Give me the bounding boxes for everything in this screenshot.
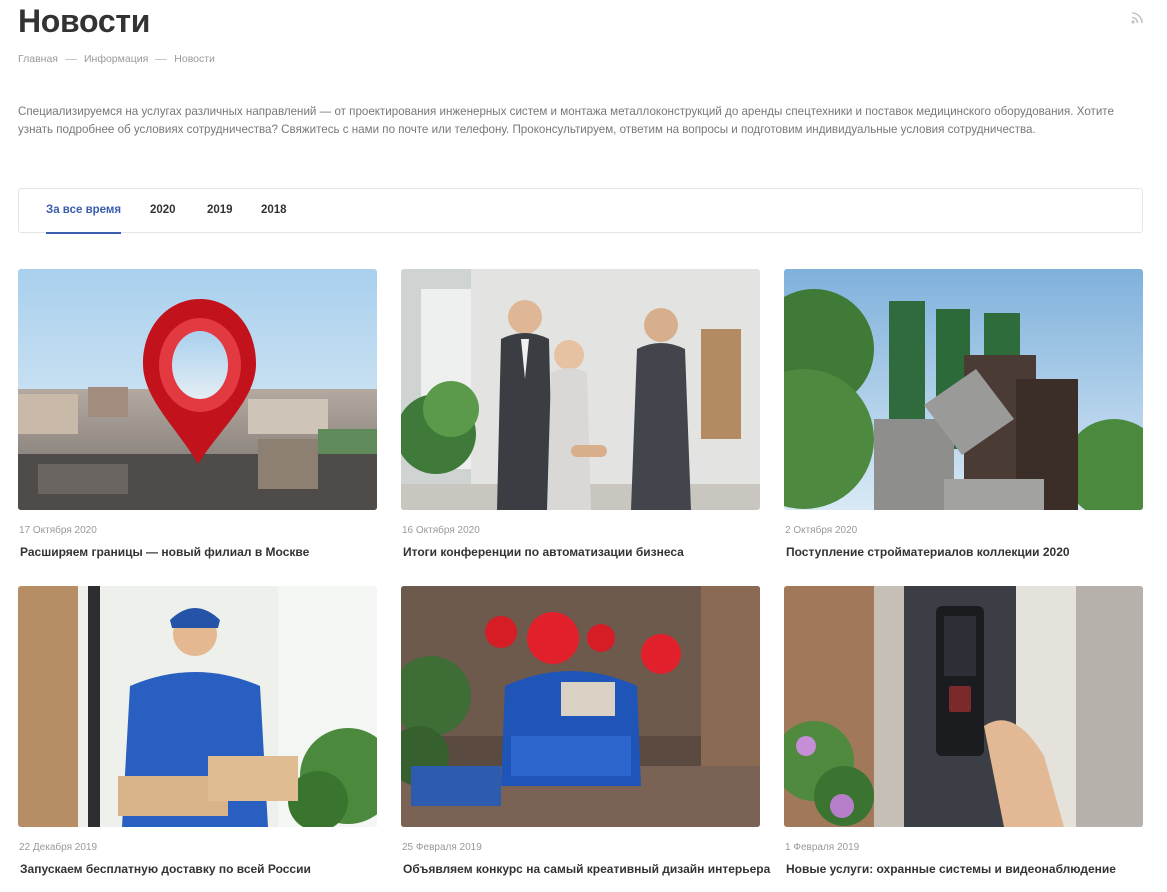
tab-2020[interactable]: 2020 [150,189,176,233]
news-title[interactable]: Новые услуги: охранные системы и видеона… [786,862,1116,876]
page-title: Новости [18,3,151,39]
news-date: 22 Декабря 2019 [19,842,98,853]
intro-text: Специализируемся на услугах различных на… [18,105,1114,136]
news-date: 2 Октября 2020 [785,525,858,536]
building-materials-image[interactable] [784,269,1143,510]
news-title[interactable]: Итоги конференции по автоматизации бизне… [403,545,684,559]
news-title[interactable]: Поступление стройматериалов коллекции 20… [786,545,1070,559]
breadcrumb-current: Новости [174,53,215,65]
breadcrumb: Главная Информация Новости [18,53,215,65]
news-title[interactable]: Объявляем конкурс на самый креативный ди… [403,862,770,876]
security-fingerprint-scanner-image[interactable] [784,586,1143,827]
courier-delivery-image[interactable] [18,586,377,827]
news-date: 17 Октября 2020 [19,525,97,536]
tab-2019[interactable]: 2019 [207,189,233,233]
year-filter-tabs: За все время 2020 2019 2018 [18,188,1143,234]
breadcrumb-separator [64,58,77,60]
interior-armchair-balloons-image[interactable] [401,586,760,827]
news-title[interactable]: Запускаем бесплатную доставку по всей Ро… [20,862,311,876]
tab-all-time[interactable]: За все время [46,189,122,234]
breadcrumb-info[interactable]: Информация [84,53,148,65]
breadcrumb-home[interactable]: Главная [18,53,58,65]
news-date: 1 Февраля 2019 [785,842,860,853]
news-date: 25 Февраля 2019 [402,842,482,853]
moscow-map-pin-image[interactable] [18,269,377,510]
news-title[interactable]: Расширяем границы — новый филиал в Москв… [20,545,309,559]
breadcrumb-separator [155,58,168,60]
business-handshake-image[interactable] [401,269,760,510]
rss-icon[interactable] [1130,9,1146,25]
tab-2018[interactable]: 2018 [261,189,287,233]
news-date: 16 Октября 2020 [402,525,480,536]
